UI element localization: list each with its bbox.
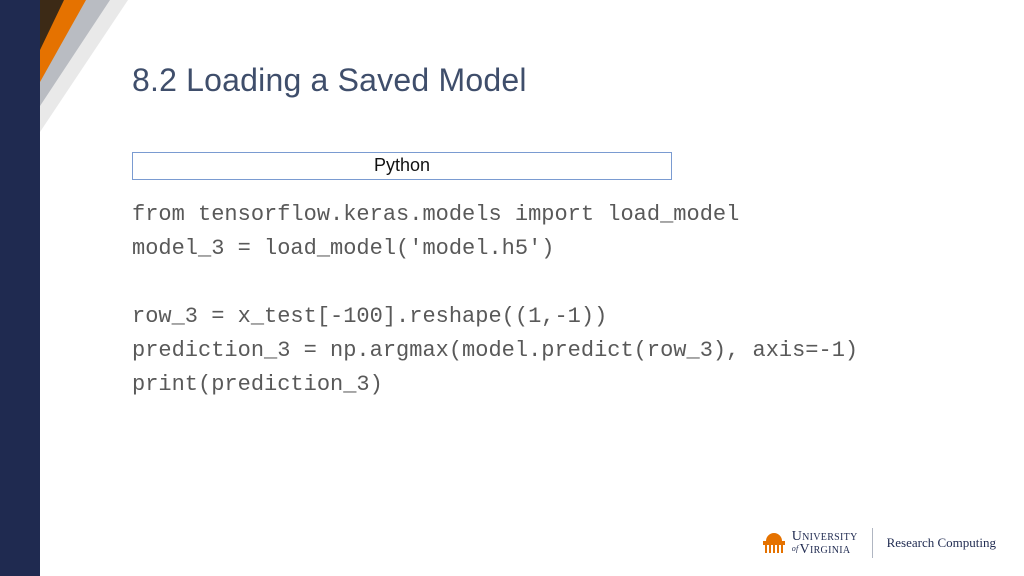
dept-label: Research Computing bbox=[887, 535, 996, 551]
uva-word-line2: Virginia bbox=[800, 542, 851, 557]
code-line: from tensorflow.keras.models import load… bbox=[132, 202, 739, 227]
footer: University ofVirginia Research Computing bbox=[763, 528, 996, 558]
left-rail bbox=[0, 0, 40, 576]
language-label-box: Python bbox=[132, 152, 672, 180]
code-line: row_3 = x_test[-100].reshape((1,-1)) bbox=[132, 304, 607, 329]
code-line: model_3 = load_model('model.h5') bbox=[132, 236, 554, 261]
uva-word-of: of bbox=[792, 544, 800, 553]
slide-title: 8.2 Loading a Saved Model bbox=[132, 62, 527, 99]
uva-word-line1: University bbox=[792, 530, 858, 543]
uva-wordmark: University ofVirginia bbox=[792, 530, 858, 557]
uva-logo: University ofVirginia bbox=[763, 530, 858, 557]
footer-divider bbox=[872, 528, 873, 558]
code-line: prediction_3 = np.argmax(model.predict(r… bbox=[132, 338, 858, 363]
code-line: print(prediction_3) bbox=[132, 372, 383, 397]
slide: 8.2 Loading a Saved Model Python from te… bbox=[0, 0, 1024, 576]
language-label: Python bbox=[374, 155, 430, 175]
code-block: from tensorflow.keras.models import load… bbox=[132, 198, 952, 403]
rotunda-icon bbox=[763, 533, 785, 553]
